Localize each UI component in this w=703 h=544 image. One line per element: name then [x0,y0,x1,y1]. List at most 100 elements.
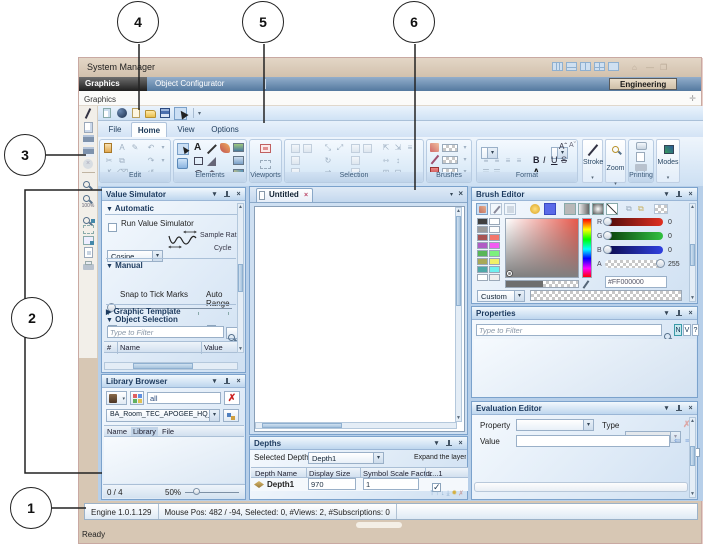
restore-icon[interactable]: ❐ [660,63,667,72]
color-swatch[interactable] [489,242,500,249]
close-icon[interactable] [686,190,695,199]
color-swatch[interactable] [477,234,488,241]
color-swatch[interactable] [477,226,488,233]
panel-menu-icon[interactable] [662,404,671,413]
linear-gradient-button[interactable] [578,203,590,215]
panel-menu-icon[interactable] [210,190,219,199]
copy-icon[interactable]: A [117,143,127,153]
layout-horizontal-icon[interactable] [566,62,577,71]
select-all-icon[interactable] [291,156,300,165]
save-as-icon[interactable] [83,147,94,157]
fill-brush-icon[interactable] [430,143,439,152]
page-setup-ribbon-icon[interactable] [636,152,645,162]
pin-icon[interactable] [222,377,231,386]
viewport-element-icon[interactable] [233,156,244,165]
stroke-brush-dropdown-icon[interactable]: ▾ [460,155,470,165]
col-depth-name[interactable]: Depth Name [255,469,297,478]
minimize-icon[interactable]: — [646,63,654,72]
color-swatch[interactable] [489,218,500,225]
drawing-canvas[interactable] [254,206,465,432]
copy-brush-icon[interactable]: ⧉ [626,204,632,214]
fill-target-button[interactable] [476,203,488,215]
no-brush-button[interactable] [606,203,618,215]
ribbon-tab-view[interactable]: View [171,122,201,137]
gradient-stop-bar[interactable] [530,290,682,301]
col-symbol-scale[interactable]: Symbol Scale Factor [363,469,432,478]
col-index[interactable]: # [107,343,111,352]
zoom-out-icon[interactable] [82,189,95,201]
stroke-brush-swatch[interactable] [442,156,458,164]
library-list-empty[interactable] [104,437,244,483]
undo-dropdown-icon[interactable]: ▾ [158,143,168,153]
toolbar-overflow-icon[interactable]: ▾ [198,110,201,117]
brush-type-combo[interactable]: Custom▾ [477,290,525,302]
pin-icon[interactable] [444,439,453,448]
paste-brush-icon[interactable]: ⧉ [638,204,644,214]
select-region-icon[interactable] [83,225,94,234]
properties-header[interactable]: Properties [472,307,697,320]
panel-menu-icon[interactable] [432,439,441,448]
delete-depth-icon[interactable]: ✗ [459,490,463,497]
saturation-value-picker[interactable] [505,218,579,278]
col-value[interactable]: Value [204,343,223,352]
close-icon[interactable] [456,439,465,448]
eyedropper-icon[interactable] [582,280,590,290]
red-slider[interactable] [605,218,663,226]
manual-section-header[interactable]: ▼ Manual [106,258,236,270]
triangle-tool-icon[interactable] [207,157,216,166]
window-resize-grip[interactable] [356,522,402,528]
nav-tab-object-configurator[interactable]: Object Configurator [149,77,259,91]
close-document-icon[interactable]: × [83,159,93,169]
paste-icon[interactable] [104,143,112,153]
pin-icon[interactable] [222,190,231,199]
bring-forward-icon[interactable]: ⇱ [381,143,391,153]
zoom-button[interactable]: Zoom ▾ [605,139,626,183]
ribbon-tab-home[interactable]: Home [131,122,167,137]
color-swatch[interactable] [477,242,488,249]
pattern-swatch[interactable] [654,204,668,214]
shrink-font-icon[interactable]: Aˇ [569,142,576,149]
align-text-justify-icon[interactable]: ≡ [514,156,524,166]
panel-menu-icon[interactable] [210,377,219,386]
ribbon-tab-file[interactable]: File [101,122,129,137]
col-name[interactable]: Name [107,427,127,436]
brush-editor-vscrollbar[interactable]: ▲▼ [689,203,696,302]
dock-target-icon[interactable]: ✛ [689,94,696,103]
blue-slider[interactable] [605,246,663,254]
modes-button[interactable]: Modes ▾ [656,139,680,183]
order-icon[interactable]: ≡ [405,143,415,153]
color-swatch[interactable] [489,258,500,265]
print-icon[interactable] [82,260,95,272]
fill-brush-dropdown-icon[interactable]: ▾ [460,143,470,153]
property-combo[interactable]: ▾ [516,419,594,431]
layout-quad-icon[interactable] [594,62,605,71]
move-down-icon[interactable]: ↓ [441,490,445,497]
value-simulator-hscrollbar[interactable] [104,362,238,370]
col-layers[interactable]: L...1 [428,469,443,478]
align-text-left-icon[interactable]: ≡ [481,156,491,166]
alpha-slider[interactable] [605,260,663,268]
display-size-input[interactable] [308,478,356,490]
col-name[interactable]: Name [120,343,140,352]
title-bar[interactable]: System Manager ⌂ — ❐ [79,58,701,77]
close-icon[interactable] [686,404,695,413]
move-up-icon[interactable]: ↑ [436,490,440,497]
rotate-icon[interactable]: ↻ [323,156,333,166]
tab-close-all-icon[interactable]: × [458,189,463,198]
color-swatch[interactable] [477,250,488,257]
hue-bar[interactable] [582,218,592,278]
col-display-size[interactable]: Display Size [309,469,350,478]
lock-tool-icon[interactable] [177,158,188,169]
evaluation-value-input[interactable] [516,435,670,447]
align-text-right-icon[interactable]: ≡ [503,156,513,166]
library-layers-button[interactable] [223,409,239,422]
value-simulator-header[interactable]: Value Simulator [102,188,245,201]
zoom-fit-icon[interactable] [82,211,95,223]
select-tool-button[interactable] [177,143,189,155]
stroke-button[interactable]: Stroke ▾ [582,139,603,183]
globe-icon[interactable] [117,108,127,118]
panel-menu-icon[interactable] [662,190,671,199]
layout-grid-icon[interactable] [552,62,563,71]
prev-arrow-icon[interactable]: ⇐ [674,436,681,445]
group-icon[interactable] [291,144,300,153]
